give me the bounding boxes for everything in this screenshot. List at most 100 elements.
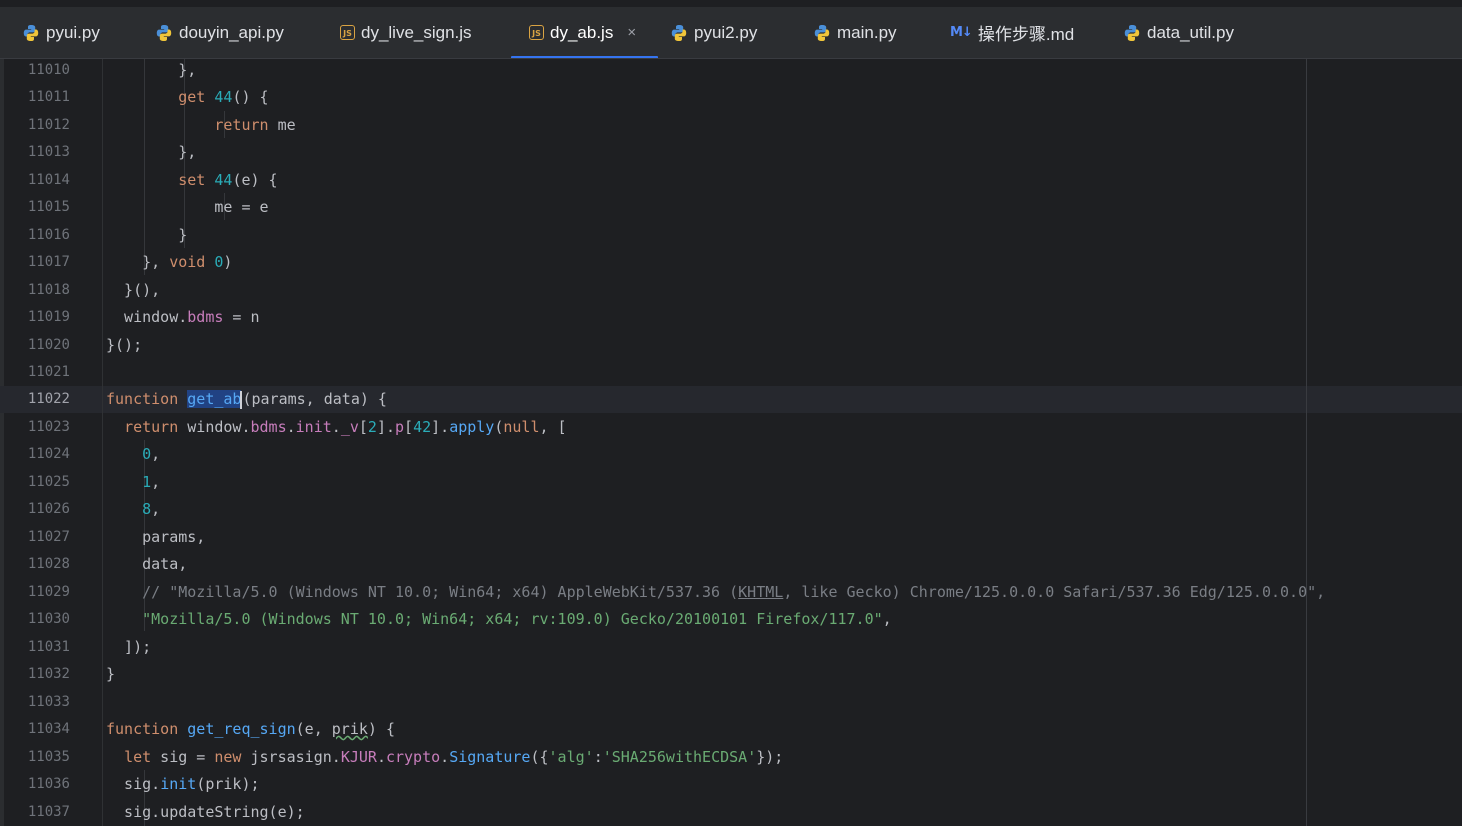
tab-label: pyui.py — [46, 22, 100, 42]
code-text: }, void 0) — [106, 253, 233, 271]
code-line: 11031 ]); — [0, 634, 1462, 661]
line-number: 11028 — [27, 556, 70, 572]
tab-dy-ab-js[interactable]: JS dy_ab.js × — [510, 7, 659, 59]
selected-identifier: get_ab — [187, 390, 242, 408]
code-text: 1, — [142, 473, 161, 491]
code-line: 11037 sig.updateString(e); — [0, 799, 1462, 826]
tab-douyin-api-py[interactable]: douyin_api.py — [155, 7, 284, 58]
line-number: 11013 — [27, 144, 70, 160]
line-number: 11037 — [27, 804, 70, 820]
line-number: 11033 — [27, 694, 70, 710]
code-line: 11027 params, — [0, 524, 1462, 551]
tab-pyui2-py[interactable]: pyui2.py — [670, 7, 757, 58]
code-text: sig.init(prik); — [106, 775, 260, 793]
line-number: 11015 — [27, 199, 70, 215]
code-line: 11030 "Mozilla/5.0 (Windows NT 10.0; Win… — [0, 606, 1462, 633]
line-number: 11016 — [27, 227, 70, 243]
code-line: 11033 — [0, 689, 1462, 716]
line-number: 11018 — [27, 282, 70, 298]
code-text: get 44() { — [178, 88, 269, 106]
tab-label: pyui2.py — [694, 22, 758, 42]
tab-label: douyin_api.py — [179, 22, 284, 42]
code-line: 11021 — [0, 359, 1462, 386]
line-number: 11032 — [27, 666, 70, 682]
line-number: 11034 — [27, 721, 70, 737]
code-line: 11035 let sig = new jsrsasign.KJUR.crypt… — [0, 744, 1462, 771]
code-text: }(); — [106, 336, 143, 354]
line-number: 11024 — [27, 446, 70, 462]
python-icon — [155, 24, 173, 42]
code-text: me = e — [106, 198, 269, 216]
code-text: }(), — [106, 281, 161, 299]
tab-label: dy_ab.js — [550, 22, 614, 42]
code-text: function get_req_sign(e, prik) { — [106, 720, 395, 738]
line-number: 11023 — [27, 419, 70, 435]
code-text: "Mozilla/5.0 (Windows NT 10.0; Win64; x6… — [142, 610, 892, 628]
js-icon: JS — [340, 25, 355, 40]
code-text: return window.bdms.init._v[2].p[42].appl… — [124, 418, 567, 436]
tab-dy-live-sign-js[interactable]: JS dy_live_sign.js — [340, 7, 472, 58]
code-line: 11036 sig.init(prik); — [0, 771, 1462, 798]
line-number: 11019 — [27, 309, 70, 325]
code-text: function get_ab(params, data) { — [106, 390, 387, 409]
code-line: 11020 }(); — [0, 332, 1462, 359]
line-number: 11022 — [27, 391, 70, 407]
python-icon — [813, 24, 831, 42]
line-number: 11014 — [27, 172, 70, 188]
markdown-icon: M↓ — [950, 25, 973, 40]
code-line: 11015 me = e — [0, 194, 1462, 221]
code-line: 11011 get 44() { — [0, 84, 1462, 111]
tab-steps-md[interactable]: M↓ 操作步骤.md — [950, 7, 1074, 58]
code-line: 11032 } — [0, 661, 1462, 688]
code-text: }, — [106, 61, 197, 79]
code-line: 11026 8, — [0, 496, 1462, 523]
line-number: 11012 — [27, 117, 70, 133]
code-text: data, — [106, 555, 188, 573]
code-text: 0, — [142, 445, 161, 463]
code-line: 11024 0, — [0, 441, 1462, 468]
code-line: 11010 }, — [0, 59, 1462, 84]
code-line: 11028 data, — [0, 551, 1462, 578]
python-icon — [22, 24, 40, 42]
tab-label: 操作步骤.md — [977, 25, 1075, 44]
code-line: 11013 }, — [0, 139, 1462, 166]
line-number: 11026 — [27, 501, 70, 517]
line-number: 11027 — [27, 529, 70, 545]
tab-label: data_util.py — [1147, 22, 1234, 42]
code-text: sig.updateString(e); — [106, 803, 305, 821]
code-line: 11012 return me — [0, 112, 1462, 139]
python-icon — [1123, 24, 1141, 42]
python-icon — [670, 24, 688, 42]
line-number: 11017 — [27, 254, 70, 270]
code-text: 8, — [142, 500, 161, 518]
code-text: return me — [214, 116, 296, 134]
tab-pyui-py[interactable]: pyui.py — [22, 7, 100, 58]
code-text: ]); — [106, 638, 152, 656]
code-line: 11019 window.bdms = n — [0, 304, 1462, 331]
line-number: 11035 — [27, 749, 70, 765]
code-line: 11034 function get_req_sign(e, prik) { — [0, 716, 1462, 743]
code-line: 11029 // "Mozilla/5.0 (Windows NT 10.0; … — [0, 579, 1462, 606]
line-number: 11036 — [27, 776, 70, 792]
code-text: }, — [106, 143, 197, 161]
tab-label: main.py — [837, 22, 897, 42]
line-number: 11025 — [27, 474, 70, 490]
tab-data-util-py[interactable]: data_util.py — [1123, 7, 1234, 58]
code-text: params, — [106, 528, 206, 546]
code-text: } — [106, 226, 188, 244]
line-number: 11010 — [27, 62, 70, 78]
line-number: 11020 — [27, 337, 70, 353]
js-icon: JS — [529, 25, 544, 40]
code-comment: // "Mozilla/5.0 (Windows NT 10.0; Win64;… — [106, 583, 1326, 601]
code-text: window.bdms = n — [106, 308, 260, 326]
code-line-current: 11022 function get_ab(params, data) { — [0, 386, 1462, 413]
code-text: } — [106, 665, 116, 683]
line-number: 11021 — [27, 364, 70, 380]
code-editor[interactable]: 11010 }, 11011 get 44() { 11012 return m… — [0, 59, 1462, 826]
code-line: 11016 } — [0, 222, 1462, 249]
close-icon[interactable]: × — [627, 24, 636, 41]
tab-main-py[interactable]: main.py — [813, 7, 897, 58]
line-number: 11029 — [27, 584, 70, 600]
editor-tab-bar: pyui.py douyin_api.py JS dy_live_sign.js… — [0, 0, 1462, 59]
tab-label: dy_live_sign.js — [361, 22, 472, 42]
